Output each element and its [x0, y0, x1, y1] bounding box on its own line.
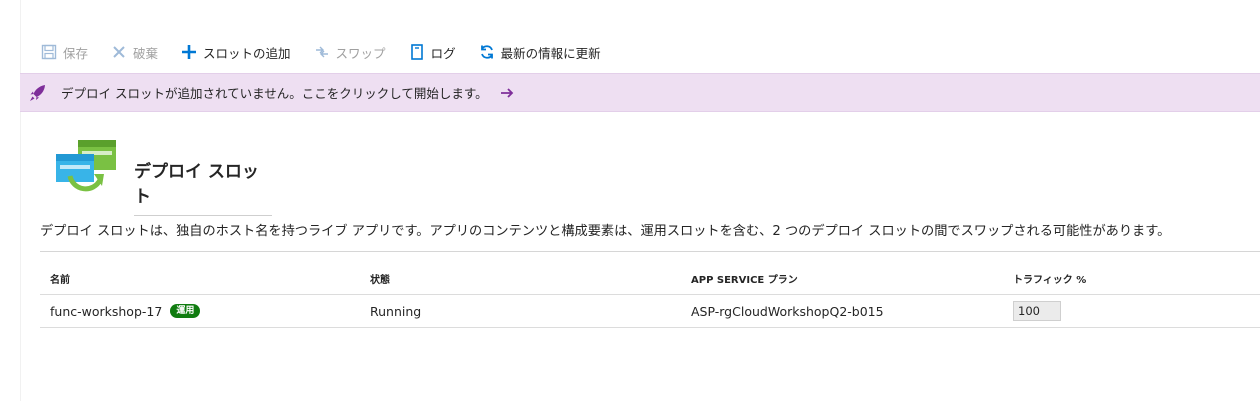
add-slot-label: スロットの追加 [203, 45, 291, 61]
refresh-label: 最新の情報に更新 [500, 45, 601, 61]
swap-button[interactable]: スワップ [313, 43, 386, 62]
refresh-button[interactable]: 最新の情報に更新 [478, 43, 601, 62]
left-rail [0, 0, 21, 401]
rocket-icon [27, 82, 49, 104]
table-header: 名前 状態 APP SERVICE プラン トラフィック % [40, 262, 1260, 295]
log-button[interactable]: ログ [408, 43, 456, 62]
slot-name-cell: func-workshop-17 運用 [40, 304, 360, 319]
notice-text: デプロイ スロットが追加されていません。ここをクリックして開始します。 [61, 86, 488, 101]
command-bar: 保存 破棄 スロットの追加 スワップ ログ 最新の情報に更新 [40, 40, 623, 64]
table-row[interactable]: func-workshop-17 運用 Running ASP-rgCloudW… [40, 295, 1260, 328]
swap-icon [313, 43, 331, 61]
save-button[interactable]: 保存 [40, 43, 88, 62]
swap-label: スワップ [335, 45, 386, 61]
save-label: 保存 [63, 45, 89, 61]
header-status: 状態 [370, 274, 390, 286]
log-icon [408, 43, 426, 61]
no-slots-notice[interactable]: デプロイ スロットが追加されていません。ここをクリックして開始します。 [20, 73, 1260, 112]
header-name: 名前 [50, 274, 70, 286]
slot-status: Running [370, 303, 422, 319]
discard-button[interactable]: 破棄 [110, 43, 158, 62]
divider [40, 251, 1260, 252]
add-slot-button[interactable]: スロットの追加 [180, 43, 291, 62]
save-icon [40, 43, 58, 61]
slot-traffic-cell: 100 [1003, 301, 1260, 321]
page-title: デプロイ スロット [134, 157, 272, 216]
traffic-percent-input[interactable]: 100 [1013, 301, 1061, 321]
arrow-right-icon[interactable] [500, 87, 514, 99]
refresh-icon [478, 43, 496, 61]
slots-table: 名前 状態 APP SERVICE プラン トラフィック % func-work… [40, 262, 1260, 328]
header-plan: APP SERVICE プラン [691, 274, 798, 286]
close-icon [110, 43, 128, 61]
deployment-slots-icon [54, 140, 118, 204]
slot-name[interactable]: func-workshop-17 [50, 304, 162, 319]
discard-label: 破棄 [133, 45, 159, 61]
plus-icon [180, 43, 198, 61]
log-label: ログ [430, 45, 456, 61]
page-description: デプロイ スロットは、独自のホスト名を持つライブ アプリです。アプリのコンテンツ… [40, 224, 1171, 239]
header-traffic: トラフィック % [1013, 274, 1087, 286]
slot-plan: ASP-rgCloudWorkshopQ2-b015 [691, 303, 884, 319]
production-badge: 運用 [170, 304, 201, 318]
